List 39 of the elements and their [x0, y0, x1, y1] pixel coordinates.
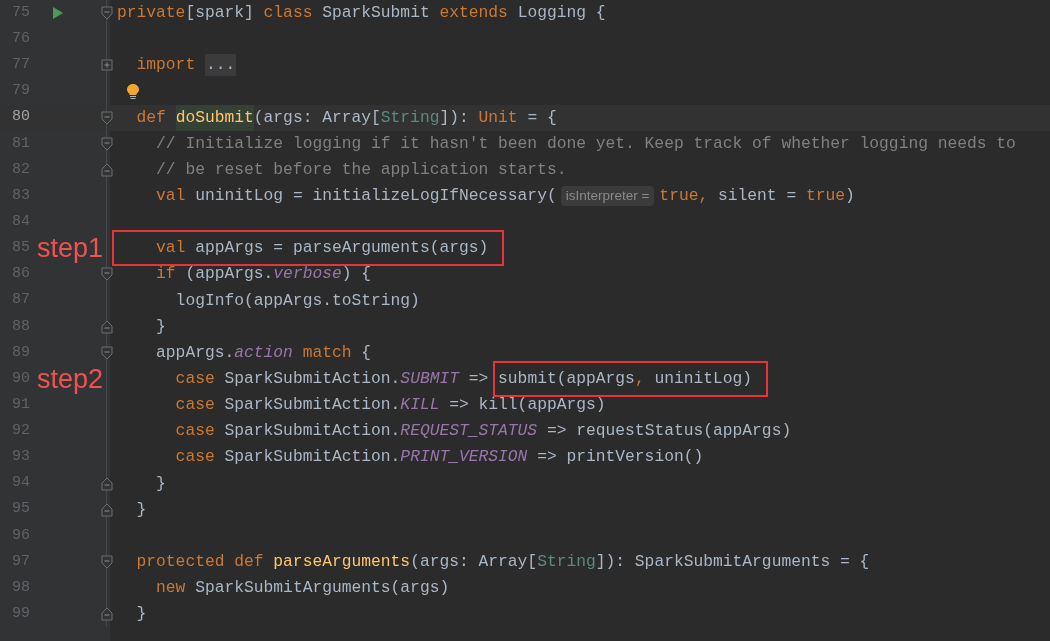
code-line: }	[155, 472, 166, 495]
code-text: import	[135, 54, 197, 77]
fold-marker-icon[interactable]	[101, 555, 113, 569]
code-line: appArgs.action match {	[155, 341, 372, 364]
code-text: case SparkSubmitAction.SUBMIT =>	[174, 367, 490, 390]
line-number: 80	[11, 107, 30, 128]
expand-icon[interactable]	[101, 58, 113, 73]
code-text: val uninitLog = initializeLogIfNecessary(	[155, 185, 557, 207]
code-line: logInfo(appArgs.toString)	[174, 289, 420, 312]
fold-marker-icon[interactable]	[101, 6, 113, 21]
parameter-hint: isInterpreter =	[560, 186, 655, 207]
highlighted-code: submit(appArgs, uninitLog)	[493, 360, 769, 398]
code-text: true, silent = true)	[659, 185, 855, 207]
code-line: }	[155, 315, 166, 338]
fold-marker-icon[interactable]	[101, 502, 113, 517]
code-line: }	[135, 603, 147, 626]
fold-marker-icon[interactable]	[101, 267, 113, 282]
step-label: step2	[37, 364, 104, 395]
fold-marker-icon[interactable]	[101, 345, 113, 360]
fold-marker-icon[interactable]	[101, 162, 113, 177]
highlighted-code: val appArgs = parseArguments(args)	[112, 230, 505, 267]
code-line: }	[135, 498, 147, 521]
code-line: protected def parseArguments(args: Array[String]): SparkSubmitArguments = {	[135, 550, 870, 573]
step-label: step1	[37, 233, 104, 264]
code-line: case SparkSubmitAction.REQUEST_STATUS => requestStatus(appArgs)	[174, 420, 792, 443]
folded-code-placeholder[interactable]: ...	[204, 54, 237, 77]
code-line: def doSubmit(args: Array[String]): Unit = {	[117, 104, 557, 131]
fold-marker-icon[interactable]	[101, 110, 113, 125]
fold-marker-icon[interactable]	[101, 319, 113, 334]
fold-marker-icon[interactable]	[101, 136, 113, 151]
code-line: // Initialize logging if it hasn't been done yet. Keep track of whether logging needs to	[155, 132, 1016, 155]
fold-marker-icon[interactable]	[101, 607, 113, 622]
lightbulb-icon[interactable]	[125, 83, 141, 100]
fold-marker-icon[interactable]	[101, 476, 113, 491]
code-line: new SparkSubmitArguments(args)	[155, 577, 450, 600]
code-line: // be reset before the application starts.	[155, 158, 567, 181]
code-line: private[spark] class SparkSubmit extends Logging {	[117, 2, 606, 24]
run-icon[interactable]	[51, 6, 65, 21]
code-line: case SparkSubmitAction.PRINT_VERSION => printVersion()	[174, 446, 704, 469]
